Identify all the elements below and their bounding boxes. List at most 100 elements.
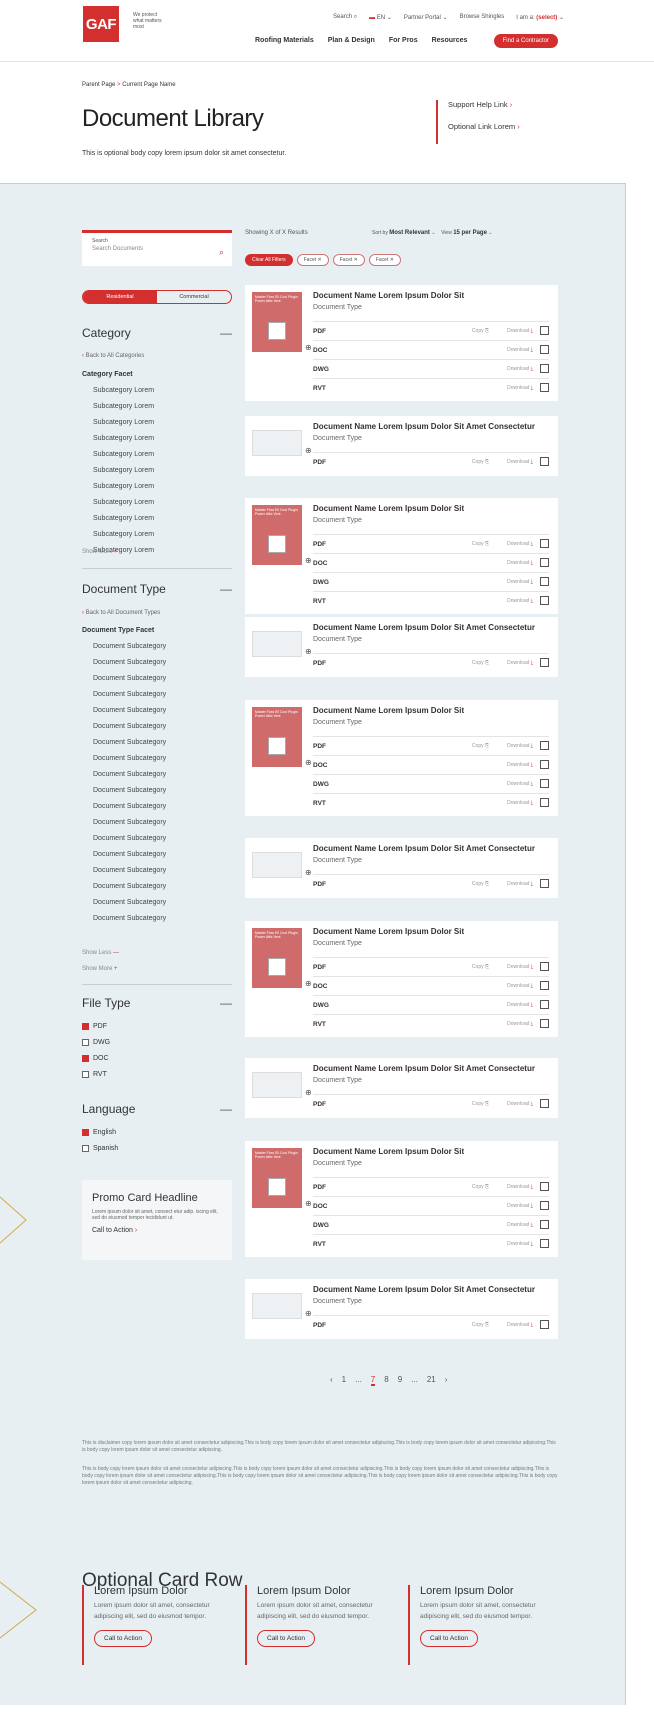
zoom-icon[interactable]: ⊕ xyxy=(305,758,312,767)
select-checkbox[interactable] xyxy=(540,364,549,373)
facet-chip[interactable]: Facet ✕ xyxy=(296,254,329,266)
select-checkbox[interactable] xyxy=(540,1201,549,1210)
download-link[interactable]: Download ⤓ xyxy=(507,743,533,749)
checkbox[interactable] xyxy=(82,1145,89,1152)
iam-select[interactable]: I am a: (select) ⌄ xyxy=(516,14,564,21)
doc-subcategory[interactable]: Document Subcategory xyxy=(93,739,166,746)
select-checkbox[interactable] xyxy=(540,741,549,750)
document-thumbnail[interactable] xyxy=(252,1072,302,1098)
doc-subcategory[interactable]: Document Subcategory xyxy=(93,643,166,650)
document-name[interactable]: Document Name Lorem Ipsum Dolor Sit Amet… xyxy=(313,1064,535,1073)
copy-link[interactable]: Copy ⎘ xyxy=(472,459,489,465)
card-cta-button[interactable]: Call to Action xyxy=(420,1630,478,1647)
download-link[interactable]: Download ⤓ xyxy=(507,347,533,353)
download-link[interactable]: Download ⤓ xyxy=(507,1222,533,1228)
document-name[interactable]: Document Name Lorem Ipsum Dolor Sit Amet… xyxy=(313,422,535,431)
doc-subcategory[interactable]: Document Subcategory xyxy=(93,723,166,730)
search-icon[interactable]: ⌕ xyxy=(219,247,224,258)
download-link[interactable]: Download ⤓ xyxy=(507,560,533,566)
download-link[interactable]: Download ⤓ xyxy=(507,1184,533,1190)
download-link[interactable]: Download ⤓ xyxy=(507,1241,533,1247)
doc-subcategory[interactable]: Document Subcategory xyxy=(93,659,166,666)
document-type-facet[interactable]: Document Type Facet xyxy=(82,627,154,634)
category-subcategory[interactable]: Subcategory Lorem xyxy=(93,435,154,442)
document-name[interactable]: Document Name Lorem Ipsum Dolor Sit Amet… xyxy=(313,1285,535,1294)
select-checkbox[interactable] xyxy=(540,326,549,335)
select-checkbox[interactable] xyxy=(540,1239,549,1248)
doctype-show-more[interactable]: Show More + xyxy=(82,966,118,972)
nav-item[interactable]: For Pros xyxy=(389,37,418,44)
category-subcategory[interactable]: Subcategory Lorem xyxy=(93,403,154,410)
document-name[interactable]: Document Name Lorem Ipsum Dolor Sit xyxy=(313,1147,464,1156)
download-link[interactable]: Download ⤓ xyxy=(507,1002,533,1008)
page-link[interactable]: 1 xyxy=(342,1375,346,1386)
category-subcategory[interactable]: Subcategory Lorem xyxy=(93,499,154,506)
doc-subcategory[interactable]: Document Subcategory xyxy=(93,899,166,906)
checkbox[interactable] xyxy=(82,1071,89,1078)
back-to-categories[interactable]: ‹ Back to All Categories xyxy=(82,353,144,359)
page-link[interactable]: 9 xyxy=(398,1375,402,1386)
copy-link[interactable]: Copy ⎘ xyxy=(472,328,489,334)
category-show-more[interactable]: Show More + xyxy=(82,549,118,555)
checkbox[interactable] xyxy=(82,1129,89,1136)
select-checkbox[interactable] xyxy=(540,1182,549,1191)
tab-commercial[interactable]: Commercial xyxy=(157,291,231,303)
select-checkbox[interactable] xyxy=(540,558,549,567)
zoom-icon[interactable]: ⊕ xyxy=(305,1309,312,1318)
doc-subcategory[interactable]: Document Subcategory xyxy=(93,915,166,922)
promo-cta[interactable]: Call to Action › xyxy=(92,1227,222,1234)
page-link[interactable]: › xyxy=(445,1375,448,1386)
sort-select[interactable]: Most Relevant xyxy=(389,230,430,236)
document-thumbnail[interactable] xyxy=(252,430,302,456)
document-type-heading[interactable]: Document Type — xyxy=(82,582,232,596)
download-link[interactable]: Download ⤓ xyxy=(507,762,533,768)
select-checkbox[interactable] xyxy=(540,1099,549,1108)
document-thumbnail[interactable] xyxy=(252,852,302,878)
doc-subcategory[interactable]: Document Subcategory xyxy=(93,867,166,874)
download-link[interactable]: Download ⤓ xyxy=(507,800,533,806)
document-thumbnail[interactable]: Master Flow Ell Cool Plugin Power Attic … xyxy=(252,1148,302,1208)
document-name[interactable]: Document Name Lorem Ipsum Dolor Sit xyxy=(313,927,464,936)
download-link[interactable]: Download ⤓ xyxy=(507,1101,533,1107)
breadcrumb-parent[interactable]: Parent Page xyxy=(82,82,115,88)
download-link[interactable]: Download ⤓ xyxy=(507,660,533,666)
copy-link[interactable]: Copy ⎘ xyxy=(472,1322,489,1328)
zoom-icon[interactable]: ⊕ xyxy=(305,979,312,988)
select-checkbox[interactable] xyxy=(540,962,549,971)
document-thumbnail[interactable]: Master Flow Ell Cool Plugin Power Attic … xyxy=(252,928,302,988)
document-thumbnail[interactable] xyxy=(252,631,302,657)
select-checkbox[interactable] xyxy=(540,596,549,605)
document-name[interactable]: Document Name Lorem Ipsum Dolor Sit Amet… xyxy=(313,844,535,853)
download-link[interactable]: Download ⤓ xyxy=(507,781,533,787)
checkbox-option[interactable]: English xyxy=(82,1129,116,1136)
copy-link[interactable]: Copy ⎘ xyxy=(472,881,489,887)
chevron-down-icon[interactable]: ⌄ xyxy=(488,230,492,236)
copy-link[interactable]: Copy ⎘ xyxy=(472,660,489,666)
download-link[interactable]: Download ⤓ xyxy=(507,579,533,585)
page-current[interactable]: 7 xyxy=(370,1375,376,1386)
category-subcategory[interactable]: Subcategory Lorem xyxy=(93,531,154,538)
category-subcategory[interactable]: Subcategory Lorem xyxy=(93,467,154,474)
partner-portal-link[interactable]: Partner Portal ⌄ xyxy=(404,14,448,21)
support-link[interactable]: Support Help Link › xyxy=(448,100,520,122)
download-link[interactable]: Download ⤓ xyxy=(507,385,533,391)
copy-link[interactable]: Copy ⎘ xyxy=(472,1184,489,1190)
zoom-icon[interactable]: ⊕ xyxy=(305,343,312,352)
checkbox[interactable] xyxy=(82,1023,89,1030)
collapse-icon[interactable]: — xyxy=(220,582,232,596)
browse-shingles-link[interactable]: Browse Shingles xyxy=(460,14,505,21)
category-subcategory[interactable]: Subcategory Lorem xyxy=(93,419,154,426)
zoom-icon[interactable]: ⊕ xyxy=(305,647,312,656)
document-thumbnail[interactable] xyxy=(252,1293,302,1319)
download-link[interactable]: Download ⤓ xyxy=(507,1021,533,1027)
zoom-icon[interactable]: ⊕ xyxy=(305,556,312,565)
copy-link[interactable]: Copy ⎘ xyxy=(472,743,489,749)
select-checkbox[interactable] xyxy=(540,383,549,392)
view-select[interactable]: 15 per Page xyxy=(453,230,487,236)
facet-chip[interactable]: Facet ✕ xyxy=(368,254,401,266)
facet-chip[interactable]: Facet ✕ xyxy=(332,254,365,266)
language-heading[interactable]: Language — xyxy=(82,1102,232,1116)
category-subcategory[interactable]: Subcategory Lorem xyxy=(93,451,154,458)
search-link[interactable]: Search ⌕ xyxy=(333,14,357,21)
document-name[interactable]: Document Name Lorem Ipsum Dolor Sit xyxy=(313,504,464,513)
